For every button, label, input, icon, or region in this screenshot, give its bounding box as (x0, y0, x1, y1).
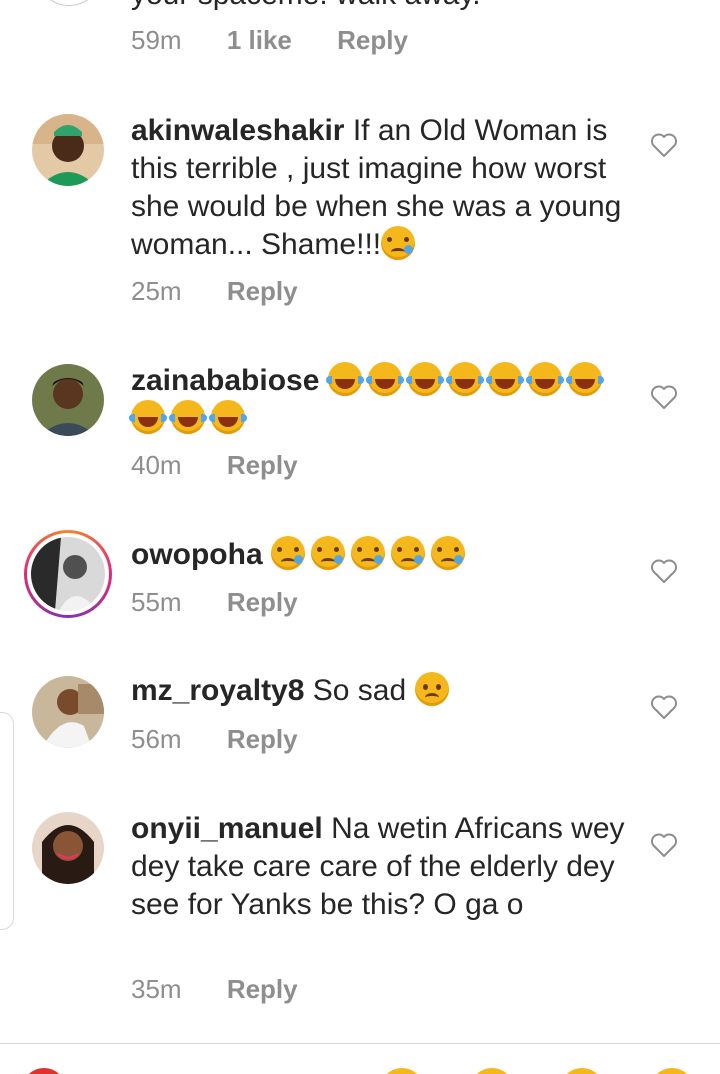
crying-face-icon (311, 536, 345, 570)
heart-outline-icon[interactable] (650, 558, 678, 584)
comment-meta: 59m 1 like Reply (131, 25, 408, 56)
avatar[interactable] (32, 676, 104, 748)
tears-of-joy-icon (525, 362, 564, 396)
comment-meta: 35m Reply (131, 974, 298, 1005)
crying-face-icon (271, 536, 305, 570)
comment-body: owopoha (131, 536, 631, 574)
side-panel-edge (0, 712, 14, 930)
comment-meta: 55m Reply (131, 587, 298, 618)
tears-of-joy-icon (445, 362, 484, 396)
comment-body: akinwaleshakir If an Old Woman is this t… (131, 112, 631, 264)
crying-face-icon (381, 226, 416, 260)
comment-time: 59m (131, 25, 182, 55)
story-ring[interactable] (24, 530, 112, 618)
heart-emoji-icon[interactable] (22, 1068, 66, 1074)
tears-of-joy-icon (365, 362, 404, 396)
comment-body: zainababiose (129, 362, 631, 438)
comment-time: 40m (131, 450, 182, 480)
tears-of-joy-icon (565, 362, 604, 396)
comment-time: 35m (131, 974, 182, 1004)
crying-face-icon (351, 536, 385, 570)
tears-of-joy-icon (169, 400, 207, 434)
crying-face-icon (431, 536, 465, 570)
comment-body: mz_royalty8 So sad (131, 672, 631, 710)
comment-meta: 40m Reply (131, 450, 298, 481)
avatar[interactable] (32, 364, 104, 436)
comment-username[interactable]: owopoha (131, 538, 263, 571)
heart-outline-icon[interactable] (650, 132, 678, 158)
comment-time: 56m (131, 724, 182, 754)
heart-outline-icon[interactable] (650, 384, 678, 410)
partial-comment: your spaceme. walk away. 59m 1 like Repl… (0, 0, 720, 70)
tears-of-joy-icon (485, 362, 524, 396)
comment-username[interactable]: zainababiose (131, 364, 319, 397)
frowning-face-icon (414, 672, 449, 706)
comment-body: onyii_manuel Na wetin Africans wey dey t… (131, 810, 631, 924)
tears-of-joy-icon (129, 400, 167, 434)
comment-meta: 25m Reply (131, 276, 298, 307)
avatar[interactable] (32, 114, 104, 186)
comment-time: 55m (131, 587, 182, 617)
comment-username[interactable]: akinwaleshakir (131, 114, 344, 147)
reply-button[interactable]: Reply (227, 724, 298, 755)
heart-outline-icon[interactable] (650, 694, 678, 720)
reply-button[interactable]: Reply (227, 450, 298, 481)
reply-button[interactable]: Reply (337, 25, 408, 56)
comment-username[interactable]: onyii_manuel (131, 812, 323, 845)
emoji-icon[interactable] (380, 1068, 424, 1074)
crying-face-icon (391, 536, 425, 570)
avatar (31, 537, 105, 611)
comment-time: 25m (131, 276, 182, 306)
comment-username[interactable]: mz_royalty8 (131, 674, 304, 707)
comment-text: your spaceme. walk away. (131, 0, 481, 12)
likes-count[interactable]: 1 like (227, 25, 292, 56)
quick-emoji-bar (0, 1043, 720, 1074)
comment-text: So sad (312, 674, 407, 707)
avatar[interactable] (36, 0, 102, 6)
tears-of-joy-icon (209, 400, 247, 434)
emoji-icon[interactable] (560, 1068, 604, 1074)
reply-button[interactable]: Reply (227, 276, 298, 307)
avatar[interactable] (32, 812, 104, 884)
tears-of-joy-icon (325, 362, 364, 396)
emoji-icon[interactable] (470, 1068, 514, 1074)
emoji-icon[interactable] (650, 1068, 694, 1074)
comment-meta: 56m Reply (131, 724, 298, 755)
tears-of-joy-icon (405, 362, 444, 396)
reply-button[interactable]: Reply (227, 974, 298, 1005)
heart-outline-icon[interactable] (650, 832, 678, 858)
reply-button[interactable]: Reply (227, 587, 298, 618)
